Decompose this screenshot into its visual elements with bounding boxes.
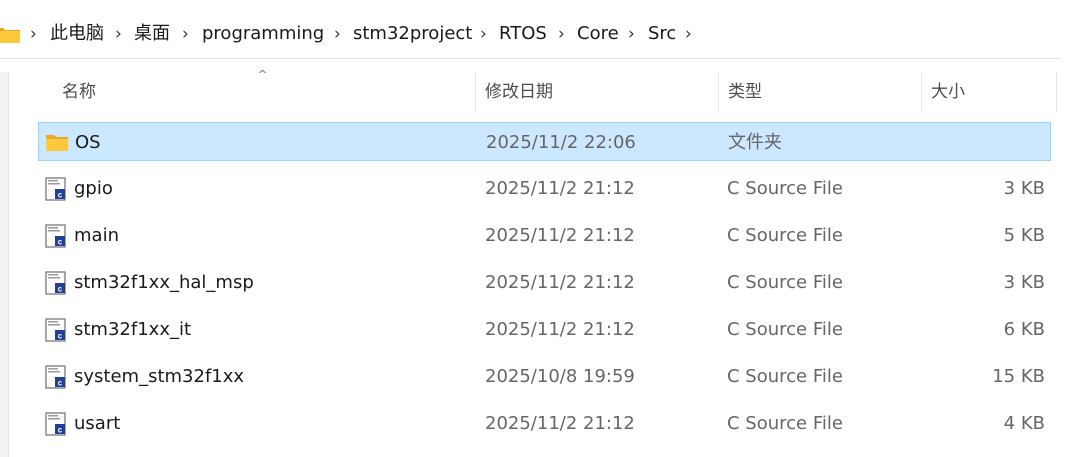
file-name: stm32f1xx_it — [74, 319, 192, 340]
file-type: C Source File — [727, 319, 843, 340]
c-source-file-icon: c — [45, 365, 66, 389]
file-type: C Source File — [727, 225, 843, 246]
column-header-type[interactable]: 类型 — [728, 72, 918, 112]
chevron-right-icon[interactable]: › — [334, 22, 341, 46]
list-item-file[interactable]: c stm32f1xx_hal_msp 2025/11/2 21:12 C So… — [38, 263, 1051, 302]
c-source-file-icon: c — [45, 318, 66, 342]
breadcrumb-item[interactable]: RTOS — [499, 22, 547, 46]
file-type: C Source File — [727, 178, 843, 199]
file-size: 4 KB — [1003, 413, 1045, 434]
column-divider[interactable] — [921, 72, 922, 112]
folder-icon — [0, 28, 20, 43]
file-type: C Source File — [727, 272, 843, 293]
c-source-file-icon: c — [45, 177, 66, 201]
list-item-file[interactable]: c system_stm32f1xx 2025/10/8 19:59 C Sou… — [38, 357, 1051, 396]
breadcrumb-item[interactable]: 此电脑 — [50, 22, 104, 46]
list-item-file[interactable]: c main 2025/11/2 21:12 C Source File 5 K… — [38, 216, 1051, 255]
file-type: C Source File — [727, 413, 843, 434]
folder-icon — [46, 135, 68, 151]
file-size: 3 KB — [1003, 272, 1045, 293]
breadcrumb-item[interactable]: Core — [577, 22, 619, 46]
address-bar[interactable]: › 此电脑 › 桌面 › programming › stm32project … — [0, 10, 1060, 59]
column-header-name[interactable]: 名称 — [62, 72, 472, 112]
file-name: gpio — [74, 178, 113, 199]
file-date: 2025/11/2 21:12 — [485, 272, 635, 293]
file-name: usart — [74, 413, 121, 434]
file-date: 2025/11/2 21:12 — [485, 319, 635, 340]
file-name: main — [74, 225, 119, 246]
chevron-right-icon[interactable]: › — [685, 22, 692, 46]
breadcrumb-item[interactable]: 桌面 — [134, 22, 170, 46]
file-size: 3 KB — [1003, 178, 1045, 199]
breadcrumb-item[interactable]: stm32project — [353, 22, 472, 46]
file-date: 2025/11/2 21:12 — [485, 225, 635, 246]
file-date: 2025/11/2 21:12 — [485, 178, 635, 199]
svg-text:c: c — [58, 191, 63, 200]
svg-text:c: c — [58, 285, 63, 294]
chevron-right-icon[interactable]: › — [30, 22, 37, 46]
file-date: 2025/11/2 22:06 — [486, 132, 636, 153]
c-source-file-icon: c — [45, 412, 66, 436]
file-size: 5 KB — [1003, 225, 1045, 246]
file-type: C Source File — [727, 366, 843, 387]
file-size: 15 KB — [992, 366, 1045, 387]
list-item-folder-os[interactable]: OS 2025/11/2 22:06 文件夹 — [38, 122, 1051, 161]
breadcrumb-item[interactable]: programming — [202, 22, 324, 46]
c-source-file-icon: c — [45, 271, 66, 295]
column-divider[interactable] — [475, 72, 476, 112]
chevron-right-icon[interactable]: › — [558, 22, 565, 46]
file-name: system_stm32f1xx — [74, 366, 245, 387]
breadcrumb-item[interactable]: Src — [648, 22, 676, 46]
chevron-right-icon[interactable]: › — [480, 22, 487, 46]
list-item-file[interactable]: c usart 2025/11/2 21:12 C Source File 4 … — [38, 404, 1051, 443]
file-name: stm32f1xx_hal_msp — [74, 272, 254, 293]
file-size: 6 KB — [1003, 319, 1045, 340]
file-date: 2025/10/8 19:59 — [485, 366, 635, 387]
svg-text:c: c — [58, 332, 63, 341]
column-header-date[interactable]: 修改日期 — [485, 72, 715, 112]
column-divider[interactable] — [718, 72, 719, 112]
list-item-file[interactable]: c stm32f1xx_it 2025/11/2 21:12 C Source … — [38, 310, 1051, 349]
chevron-right-icon[interactable]: › — [182, 22, 189, 46]
chevron-right-icon[interactable]: › — [628, 22, 635, 46]
column-header-size[interactable]: 大小 — [931, 72, 1051, 112]
file-name: OS — [75, 132, 101, 153]
file-date: 2025/11/2 21:12 — [485, 413, 635, 434]
list-item-file[interactable]: c gpio 2025/11/2 21:12 C Source File 3 K… — [38, 169, 1051, 208]
chevron-right-icon[interactable]: › — [115, 22, 122, 46]
column-divider[interactable] — [1056, 72, 1057, 112]
c-source-file-icon: c — [45, 224, 66, 248]
file-type: 文件夹 — [728, 132, 782, 153]
svg-text:c: c — [58, 238, 63, 247]
svg-text:c: c — [58, 426, 63, 435]
navigation-pane-edge[interactable] — [0, 72, 9, 457]
svg-text:c: c — [58, 379, 63, 388]
